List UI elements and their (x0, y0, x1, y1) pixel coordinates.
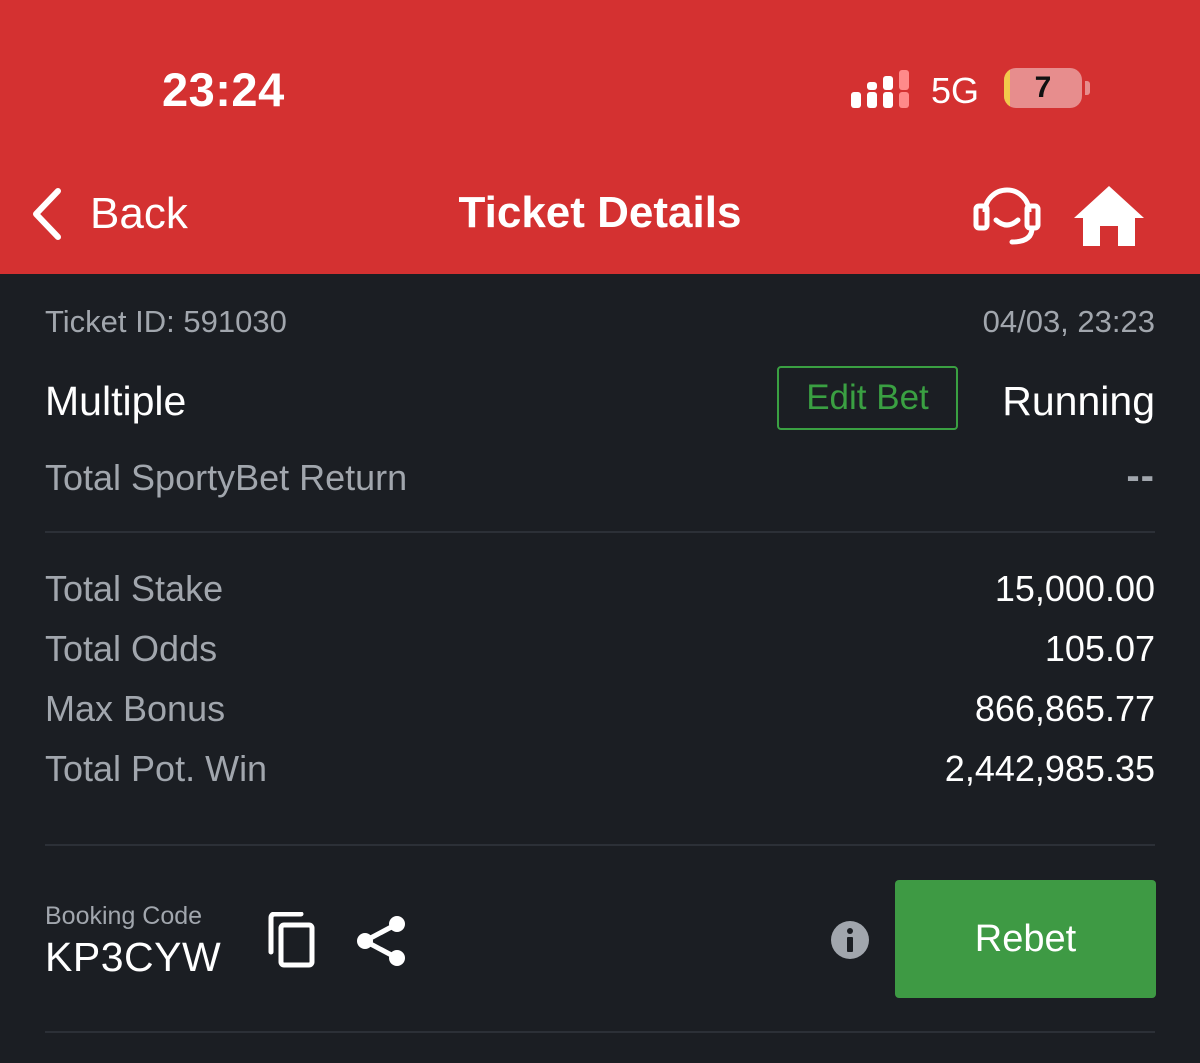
ticket-meta-row: Ticket ID: 591030 04/03, 23:23 (45, 304, 1155, 340)
rebet-button[interactable]: Rebet (895, 880, 1156, 998)
bet-type: Multiple (45, 378, 187, 424)
summary-value: 2,442,985.35 (944, 748, 1155, 789)
summary-row-odds: Total Odds 105.07 (45, 628, 1155, 678)
divider (45, 844, 1155, 846)
summary-row-stake: Total Stake 15,000.00 (45, 568, 1155, 618)
edit-bet-button[interactable]: Edit Bet (777, 366, 958, 430)
summary-value: 105.07 (1044, 628, 1155, 669)
summary-row-pot-win: Total Pot. Win 2,442,985.35 (45, 748, 1155, 798)
ticket-id: Ticket ID: 591030 (45, 304, 287, 339)
home-icon[interactable] (1072, 184, 1146, 248)
booking-code: KP3CYW (45, 934, 222, 980)
network-type: 5G (931, 70, 980, 111)
battery-icon: 7 (1004, 68, 1082, 108)
summary-label: Total Stake (45, 568, 224, 609)
share-icon[interactable] (354, 914, 408, 968)
app-header: 23:24 5G 7 Back Ticket Details (0, 0, 1200, 274)
ticket-date: 04/03, 23:23 (982, 304, 1155, 339)
customer-support-icon[interactable] (972, 180, 1042, 250)
bet-status: Running (1002, 378, 1155, 424)
summary-row-max-bonus: Max Bonus 866,865.77 (45, 688, 1155, 738)
booking-code-label: Booking Code (45, 902, 203, 930)
divider (45, 1031, 1155, 1033)
summary-label: Max Bonus (45, 688, 226, 729)
return-value: -- (1126, 454, 1155, 498)
battery-level: 7 (1034, 71, 1052, 104)
return-label: Total SportyBet Return (45, 457, 408, 498)
copy-icon[interactable] (267, 912, 317, 968)
summary-label: Total Odds (45, 628, 218, 669)
signal-strength-icon (851, 70, 909, 108)
summary-value: 15,000.00 (994, 568, 1155, 609)
summary-value: 866,865.77 (974, 688, 1155, 729)
info-icon[interactable] (830, 920, 870, 960)
summary-label: Total Pot. Win (45, 748, 268, 789)
battery-tip (1085, 81, 1090, 95)
status-time: 23:24 (162, 63, 285, 116)
divider (45, 531, 1155, 533)
